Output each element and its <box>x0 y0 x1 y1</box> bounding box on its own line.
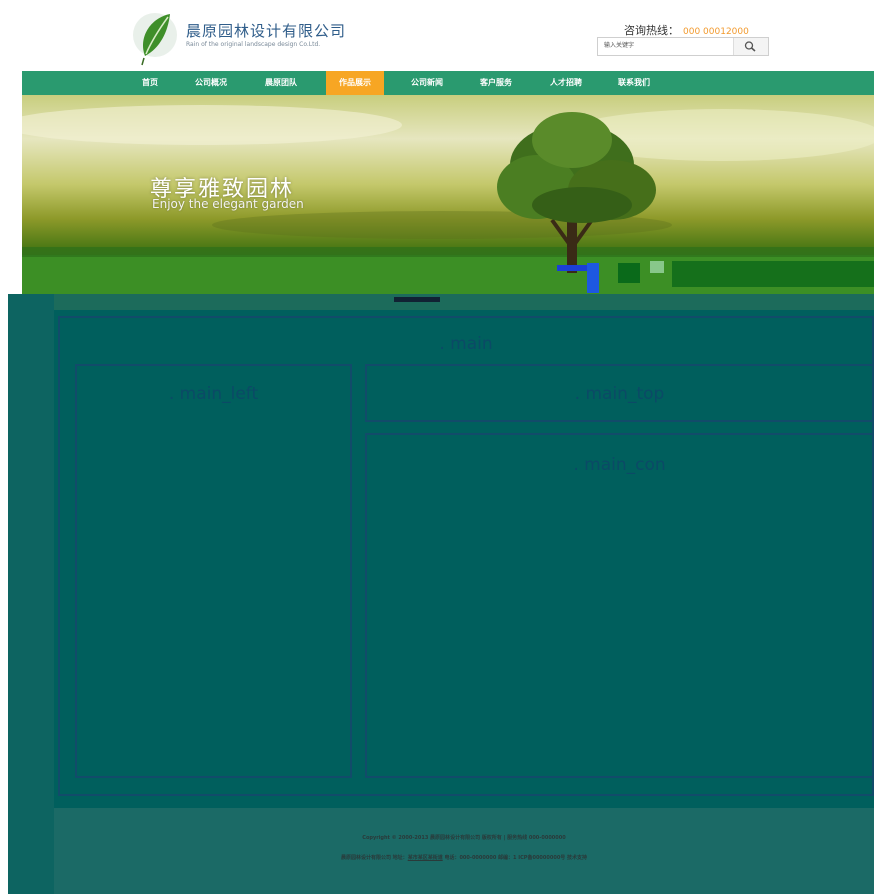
search-icon <box>744 41 756 52</box>
search-box <box>597 37 769 56</box>
nav-item-about[interactable]: 公司概况 <box>186 71 236 95</box>
main-con-label: . main_con <box>573 455 666 475</box>
site-header: 晨原园林设计有限公司 Rain of the original landscap… <box>0 0 874 71</box>
site-footer: Copyright © 2000-2013 晨原园林设计有限公司 版权所有 | … <box>54 808 874 894</box>
main-left-panel: . main_left <box>75 364 352 778</box>
footer-address: 晨原园林设计有限公司 地址：某市某区某街道 电话：000-0000000 邮编：… <box>54 854 874 861</box>
footer-address-suffix: 电话：000-0000000 邮编：1 ICP备00000000号 技术支持 <box>442 855 588 861</box>
hotline: 咨询热线： 000 00012000 <box>624 22 749 38</box>
nav-item-contact[interactable]: 联系我们 <box>608 71 660 95</box>
main-label: . main <box>439 334 493 354</box>
main-content-panel: . main_con <box>365 433 874 778</box>
footer-address-link[interactable]: 某市某区某街道 <box>408 855 443 861</box>
main-top-panel: . main_top <box>365 364 874 422</box>
nav-item-service[interactable]: 客户服务 <box>470 71 522 95</box>
nav-item-home[interactable]: 首页 <box>132 71 168 95</box>
main-nav: 首页 公司概况 晨原团队 作品展示 公司新闻 客户服务 人才招聘 联系我们 <box>22 71 874 95</box>
company-name-english: Rain of the original landscape design Co… <box>186 41 321 48</box>
banner-subtitle: Enjoy the elegant garden <box>152 197 304 211</box>
search-button[interactable] <box>733 38 768 55</box>
footer-address-prefix: 晨原园林设计有限公司 地址： <box>340 855 408 861</box>
hotline-label: 咨询热线： <box>624 24 679 37</box>
nav-item-works[interactable]: 作品展示 <box>326 71 384 95</box>
nav-item-team[interactable]: 晨原团队 <box>256 71 306 95</box>
leaf-logo-icon[interactable] <box>130 8 180 66</box>
search-input[interactable] <box>598 38 732 53</box>
nav-item-jobs[interactable]: 人才招聘 <box>540 71 592 95</box>
divider-segment <box>394 297 440 302</box>
nav-item-news[interactable]: 公司新闻 <box>400 71 454 95</box>
company-name: 晨原园林设计有限公司 <box>186 22 347 40</box>
main-left-label: . main_left <box>168 384 259 404</box>
footer-copyright: Copyright © 2000-2013 晨原园林设计有限公司 版权所有 | … <box>362 835 566 841</box>
body-divider <box>54 294 874 310</box>
hotline-number: 000 00012000 <box>683 27 749 37</box>
hero-banner: 尊享雅致园林 Enjoy the elegant garden <box>22 95 874 294</box>
main-top-label: . main_top <box>574 384 665 404</box>
